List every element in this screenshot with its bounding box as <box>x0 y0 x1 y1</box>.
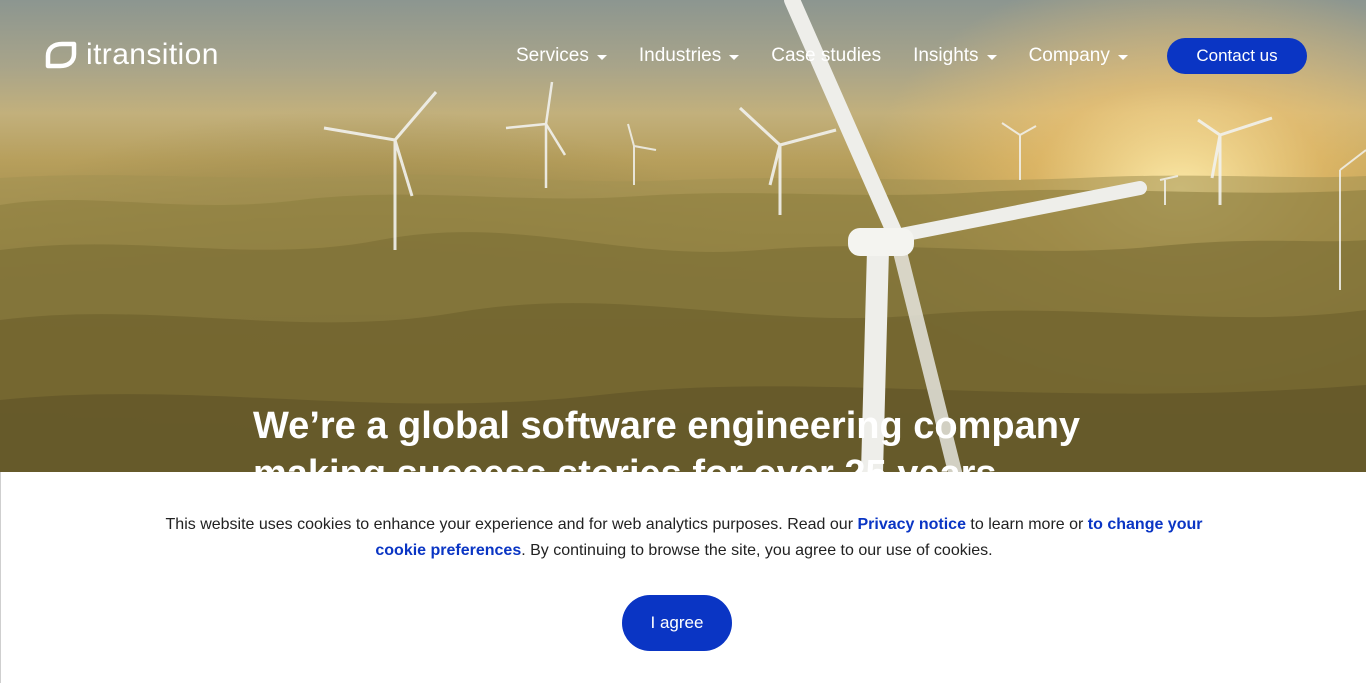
cookie-message: This website uses cookies to enhance you… <box>161 512 1207 564</box>
nav-item-company[interactable]: Company <box>1029 45 1128 67</box>
leaf-logo-icon <box>45 41 77 69</box>
chevron-down-icon <box>1117 54 1128 60</box>
chevron-down-icon <box>729 54 740 60</box>
chevron-down-icon <box>596 54 607 60</box>
nav-item-services[interactable]: Services <box>516 45 607 67</box>
nav-item-label: Insights <box>913 45 979 66</box>
nav-item-label: Industries <box>638 45 722 66</box>
nav-item-label: Services <box>516 45 589 66</box>
cookie-text-middle: to learn more or <box>965 516 1088 533</box>
nav-item-industries[interactable]: Industries <box>638 45 740 67</box>
privacy-notice-link[interactable]: Privacy notice <box>857 516 966 533</box>
i-agree-button[interactable]: I agree <box>622 595 732 651</box>
cookie-text-start: This website uses cookies to enhance you… <box>165 516 858 533</box>
brand-name: itransition <box>86 38 219 71</box>
contact-us-button[interactable]: Contact us <box>1167 38 1307 74</box>
cookie-text-end: . By continuing to browse the site, you … <box>521 542 993 559</box>
main-nav: Services Industries Case studies Insight… <box>516 38 1160 74</box>
brand-logo[interactable]: itransition <box>44 38 219 72</box>
cookie-consent-banner: This website uses cookies to enhance you… <box>0 472 1366 683</box>
chevron-down-icon <box>986 54 997 60</box>
nav-item-insights[interactable]: Insights <box>913 45 997 67</box>
nav-item-case-studies[interactable]: Case studies <box>771 45 881 67</box>
nav-item-label: Company <box>1028 45 1110 66</box>
nav-item-label: Case studies <box>771 45 882 66</box>
site-header: itransition Services Industries Case stu… <box>0 0 1366 110</box>
headline-line-1: We’re a global software engineering comp… <box>253 405 1081 447</box>
